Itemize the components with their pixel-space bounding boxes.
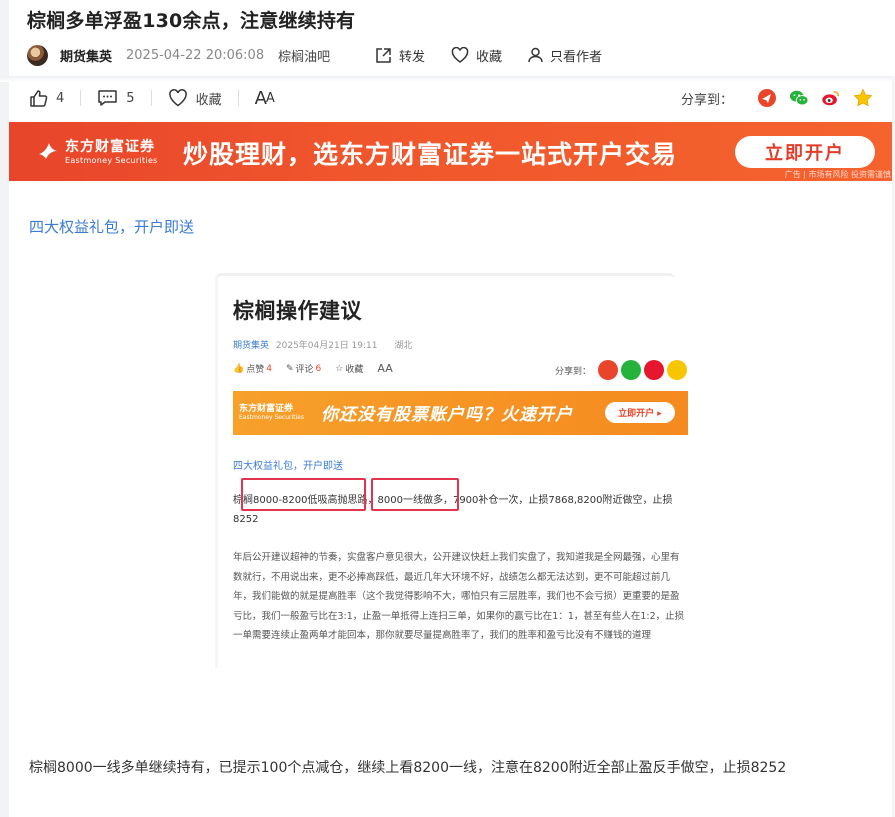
embedded-promo-link: 四大权益礼包，开户即送 bbox=[233, 461, 343, 472]
toolbar-separator bbox=[150, 90, 152, 106]
share-weibo-icon[interactable] bbox=[821, 88, 841, 108]
embedded-ad-slogan: 你还没有股票账户吗？火速开户 bbox=[321, 405, 573, 425]
toolbar-divider bbox=[0, 76, 895, 82]
left-edge bbox=[0, 0, 9, 817]
embedded-share-wechat-icon bbox=[621, 360, 641, 380]
embedded-share-forum-icon bbox=[598, 360, 618, 380]
like-button[interactable]: 4 bbox=[29, 89, 64, 108]
embedded-meta: 期货集英 2025年04月21日 19:11 湖北 bbox=[233, 338, 412, 351]
toolbar-separator bbox=[80, 90, 82, 106]
share-wechat-icon[interactable] bbox=[789, 88, 809, 108]
embedded-screenshot: 棕榈操作建议 期货集英 2025年04月21日 19:11 湖北 👍 点赞 4 ✎ 评… bbox=[215, 273, 688, 668]
favorite-label: 收藏 bbox=[476, 49, 503, 65]
embedded-paragraph-2: 年后公开建议超神的节奏，实盘客户意见很大，公开建议快赶上我们实盘了，我知道我是全… bbox=[233, 552, 685, 641]
author-name[interactable]: 期货集英 bbox=[60, 46, 112, 65]
toolbar-separator bbox=[237, 90, 239, 106]
embedded-share-qzone-icon bbox=[667, 360, 687, 380]
embedded-comment-count: 6 bbox=[315, 363, 322, 374]
toolbar-favorite-button[interactable]: 收藏 bbox=[168, 89, 222, 108]
forward-label: 转发 bbox=[399, 49, 426, 65]
embedded-like-label: 点赞 bbox=[246, 365, 265, 375]
thumbs-up-icon bbox=[30, 89, 48, 107]
promo-link[interactable]: 四大权益礼包，开户即送 bbox=[29, 216, 194, 237]
article-title: 棕榈多单浮盈130余点，注意继续持有 bbox=[27, 10, 356, 32]
share-arrow-icon bbox=[376, 47, 391, 63]
post-toolbar: 4 5 收藏 AA bbox=[29, 86, 275, 110]
share-forum-icon[interactable] bbox=[757, 88, 777, 108]
embedded-ad-brand: 东方财富证券 bbox=[239, 404, 294, 414]
embedded-share-label: 分享到： bbox=[554, 366, 591, 377]
embedded-like-count: 4 bbox=[266, 363, 272, 374]
font-size-button[interactable]: AA bbox=[254, 87, 275, 109]
comment-icon bbox=[98, 90, 118, 106]
embedded-ad-banner: 东方财富证券 Eastmoney Securities 你还没有股票账户吗？火速开… bbox=[233, 391, 688, 435]
embedded-font-size: AA bbox=[377, 362, 393, 375]
favorite-button[interactable]: 收藏 bbox=[451, 46, 502, 65]
comment-count: 5 bbox=[126, 90, 135, 106]
broker-ad-banner[interactable]: 东方财富证券 Eastmoney Securities 炒股理财，选东方财富证券… bbox=[9, 122, 895, 181]
ad-open-account-button[interactable]: 立即开户 bbox=[735, 136, 875, 168]
embedded-ad-button: 立即开户 ▸ bbox=[605, 402, 675, 423]
author-only-button[interactable]: 只看作者 bbox=[528, 46, 602, 65]
embedded-ad-brand-en: Eastmoney Securities bbox=[239, 414, 304, 421]
embedded-share: 分享到： bbox=[555, 360, 687, 380]
article-meta: 期货集英 2025-04-22 20:06:08 棕榈油吧 bbox=[27, 44, 330, 66]
embedded-comment-label: 评论 bbox=[295, 365, 314, 375]
post-datetime: 2025-04-22 20:06:08 bbox=[126, 47, 265, 63]
toolbar-favorite-label: 收藏 bbox=[195, 92, 222, 108]
author-only-label: 只看作者 bbox=[550, 49, 603, 65]
heart-icon bbox=[451, 47, 469, 63]
embedded-author: 期货集英 bbox=[233, 341, 270, 351]
embedded-comment: ✎ 评论 6 bbox=[285, 363, 322, 376]
user-icon bbox=[528, 47, 543, 63]
embedded-location: 湖北 bbox=[394, 341, 413, 351]
highlight-box-long bbox=[371, 478, 459, 511]
ad-slogan: 炒股理财，选东方财富证券一站式开户交易 bbox=[183, 140, 678, 169]
highlight-box-range bbox=[241, 478, 366, 511]
heart-icon bbox=[168, 89, 187, 107]
author-avatar[interactable] bbox=[27, 44, 48, 66]
embedded-datetime: 2025年04月21日 19:11 bbox=[275, 341, 378, 351]
ad-brand-cn: 东方财富证券 bbox=[65, 139, 155, 155]
embedded-title: 棕榈操作建议 bbox=[233, 299, 362, 323]
embedded-fav: ☆ 收藏 bbox=[335, 363, 364, 376]
article-actions: 转发 收藏 只看作者 bbox=[375, 44, 628, 66]
ad-disclaimer: 广告 | 市场有风险 投资需谨慎 bbox=[784, 170, 891, 179]
share-label: 分享到： bbox=[680, 92, 733, 108]
comment-button[interactable]: 5 bbox=[97, 89, 135, 107]
like-count: 4 bbox=[56, 90, 65, 106]
ad-logo: 东方财富证券 Eastmoney Securities bbox=[37, 136, 158, 165]
share-bar: 分享到： bbox=[681, 86, 873, 110]
share-qzone-icon[interactable] bbox=[853, 88, 873, 108]
font-size-small-glyph: A bbox=[265, 90, 275, 106]
embedded-share-weibo-icon bbox=[644, 360, 664, 380]
eastmoney-logo-icon bbox=[39, 142, 57, 159]
bar-name-link[interactable]: 棕榈油吧 bbox=[278, 46, 330, 65]
forward-button[interactable]: 转发 bbox=[375, 46, 425, 65]
article-body-text: 棕榈8000一线多单继续持有，已提示100个点减仓，继续上看8200一线，注意在… bbox=[29, 760, 787, 776]
embedded-fav-label: 收藏 bbox=[345, 365, 364, 375]
embedded-toolbar: 👍 点赞 4 ✎ 评论 6 ☆ 收藏 AA bbox=[233, 362, 407, 375]
embedded-like: 👍 点赞 4 bbox=[233, 363, 272, 376]
embedded-ad-logo: 东方财富证券 Eastmoney Securities bbox=[239, 401, 304, 421]
ad-brand-en: Eastmoney Securities bbox=[65, 156, 158, 165]
font-size-large-glyph: A bbox=[254, 87, 267, 109]
